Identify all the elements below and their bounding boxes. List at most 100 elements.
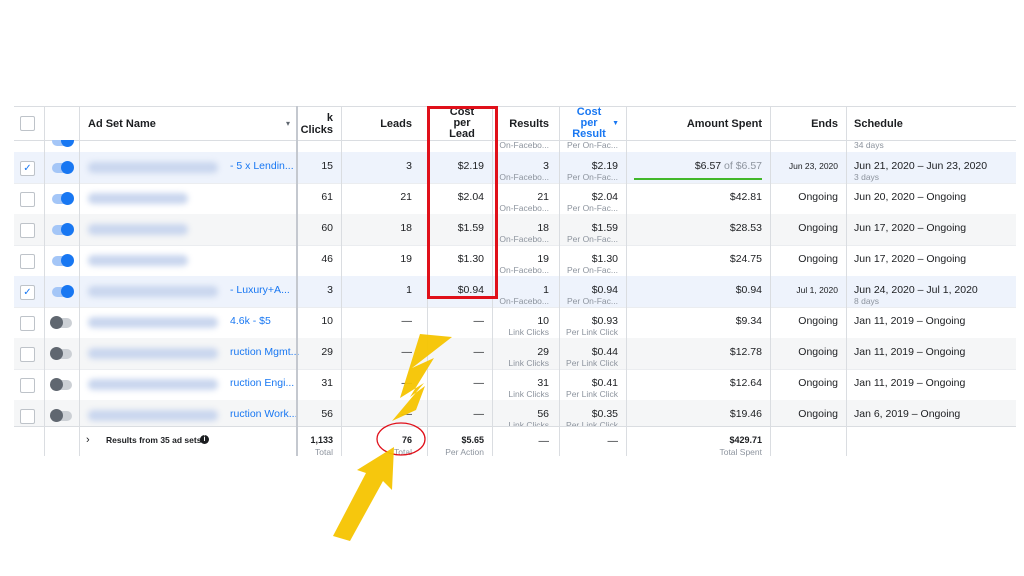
row-toggle[interactable]	[52, 223, 74, 236]
ad-set-name-link[interactable]: - 5 x Lendin...	[230, 160, 294, 172]
table-row[interactable]: 60 18 $1.59 18 On-Facebo... $1.59 Per On-Fac..…	[14, 214, 1016, 246]
amount-spent-value: $12.78	[729, 346, 762, 358]
results-value: 21	[537, 191, 549, 203]
row-checkbox[interactable]	[20, 316, 35, 331]
row-checkbox[interactable]	[20, 223, 35, 238]
ends-value: Ongoing	[798, 222, 838, 234]
link-clicks-value: 29	[321, 346, 333, 358]
cost-per-result-value: $0.44	[591, 346, 618, 358]
col-cost-per-lead[interactable]: Cost per Lead	[427, 107, 497, 140]
table-row[interactable]: ruction Mgmt... 29— —29 Link Clicks $0.44 Per…	[14, 338, 1016, 370]
ends-value: Ongoing	[798, 315, 838, 327]
col-ends[interactable]: Ends	[770, 107, 846, 140]
ad-set-name-link[interactable]: ruction Engi...	[230, 377, 294, 389]
row-checkbox[interactable]	[20, 378, 35, 393]
sort-desc-icon: ▼	[612, 120, 619, 127]
row-checkbox[interactable]	[20, 409, 35, 424]
footer-cpr: —	[607, 435, 619, 447]
footer-link-clicks: 1,133	[310, 435, 333, 445]
col-results[interactable]: Results	[492, 107, 557, 140]
row-toggle[interactable]	[52, 285, 74, 298]
table-row[interactable]: 46 19 $1.30 19 On-Facebo... $1.30 Per On-Fac..…	[14, 245, 1016, 277]
row-checkbox[interactable]: ✓	[20, 161, 35, 176]
results-sub: On-Facebo...	[499, 203, 549, 213]
footer-spent-sub: Total Spent	[719, 447, 762, 457]
row-toggle[interactable]	[50, 409, 72, 422]
table-row[interactable]: ✓ - Luxury+A... 3 1 $0.94 1 On-Facebo... $0.94 P…	[14, 276, 1016, 308]
col-leads-label: Leads	[380, 117, 412, 130]
col-ad-set-name-label: Ad Set Name	[88, 117, 156, 130]
ends-value: Ongoing	[798, 408, 838, 420]
redacted-name	[88, 255, 188, 266]
table-row[interactable]: 61 21 $2.04 21 On-Facebo... $2.04 Per On-Fac..…	[14, 183, 1016, 215]
row-toggle[interactable]	[50, 316, 72, 329]
results-sub: On-Facebo...	[499, 234, 549, 244]
col-link-clicks[interactable]: k Clicks	[296, 107, 341, 140]
cost-per-result-sub: Per Link Click	[566, 389, 618, 399]
link-clicks-value: 10	[321, 315, 333, 327]
amount-spent-value: $42.81	[729, 191, 762, 203]
table-row[interactable]: ✓ - 5 x Lendin... 15 3 $2.19 3 On-Facebo... $2.…	[14, 152, 1016, 184]
results-value: 18	[537, 222, 549, 234]
cost-per-lead-value: $2.04	[457, 191, 484, 203]
row-toggle[interactable]	[52, 192, 74, 205]
redacted-name	[88, 379, 218, 390]
cost-per-lead-value: $1.59	[457, 222, 484, 234]
cost-per-result-sub: Per On-Fac...	[566, 203, 618, 213]
redacted-name	[88, 224, 188, 235]
schedule-sub: 8 days	[854, 296, 880, 306]
amount-spent-value: $6.57 of $6.57	[694, 160, 762, 172]
table-row[interactable]: 4.6k - $5 10— —10 Link Clicks $0.93 Per Link …	[14, 307, 1016, 339]
table-footer: › Results from 35 ad sets i 1,133 Total 7…	[14, 426, 1016, 458]
results-sub: Link Clicks	[508, 358, 549, 368]
col-link-clicks-label: k Clicks	[300, 111, 334, 136]
chevron-right-icon[interactable]: ›	[86, 434, 90, 446]
row-toggle[interactable]	[52, 161, 74, 174]
leads-value: 19	[400, 253, 412, 265]
footer-leads: 76	[401, 435, 412, 445]
row-toggle[interactable]	[52, 254, 74, 267]
col-cost-per-result[interactable]: Cost per Result ▼	[559, 107, 627, 140]
cost-per-result-value: $1.30	[591, 253, 618, 265]
row-checkbox[interactable]	[20, 254, 35, 269]
col-amount-spent[interactable]: Amount Spent	[626, 107, 770, 140]
redacted-name	[88, 348, 218, 359]
cost-per-lead-value: —	[473, 377, 485, 389]
amount-spent-value: $28.53	[729, 222, 762, 234]
ad-set-name-link[interactable]: - Luxury+A...	[230, 284, 290, 296]
table-header: Ad Set Name ▾ k Clicks Leads Cost per Le…	[14, 106, 1016, 141]
col-amount-spent-label: Amount Spent	[686, 117, 762, 130]
results-value: 3	[543, 160, 549, 172]
row-checkbox[interactable]	[20, 347, 35, 362]
partial-schedule-sub: 34 days	[854, 140, 884, 150]
col-leads[interactable]: Leads	[341, 107, 420, 140]
col-schedule-label: Schedule	[854, 117, 903, 130]
schedule-value: Jun 24, 2020 – Jul 1, 2020	[854, 284, 978, 296]
table-row[interactable]: ruction Engi... 31— —31 Link Clicks $0.41 Per…	[14, 369, 1016, 401]
footer-label: Results from 35 ad sets	[106, 435, 202, 445]
select-all-checkbox[interactable]	[20, 116, 35, 131]
cost-per-result-sub: Per On-Fac...	[566, 265, 618, 275]
footer-leads-sub: Total	[394, 447, 412, 457]
leads-value: 18	[400, 222, 412, 234]
redacted-name	[88, 286, 218, 297]
row-toggle[interactable]	[50, 378, 72, 391]
ad-set-name-link[interactable]: 4.6k - $5	[230, 315, 271, 327]
schedule-value: Jan 11, 2019 – Ongoing	[854, 315, 966, 327]
redacted-name	[88, 162, 218, 173]
partial-toggle[interactable]	[52, 140, 74, 147]
leads-value: 21	[400, 191, 412, 203]
col-ad-set-name[interactable]: Ad Set Name ▾	[80, 107, 296, 140]
row-checkbox[interactable]	[20, 192, 35, 207]
results-value: 1	[543, 284, 549, 296]
info-icon[interactable]: i	[200, 435, 209, 444]
cost-per-result-sub: Per On-Fac...	[566, 234, 618, 244]
cost-per-lead-value: $0.94	[457, 284, 484, 296]
ad-set-name-link[interactable]: ruction Work...	[230, 408, 298, 420]
col-schedule[interactable]: Schedule	[846, 107, 1016, 140]
row-toggle[interactable]	[50, 347, 72, 360]
row-checkbox[interactable]: ✓	[20, 285, 35, 300]
ad-set-name-link[interactable]: ruction Mgmt...	[230, 346, 299, 358]
schedule-value: Jun 20, 2020 – Ongoing	[854, 191, 967, 203]
cost-per-lead-value: $1.30	[457, 253, 484, 265]
